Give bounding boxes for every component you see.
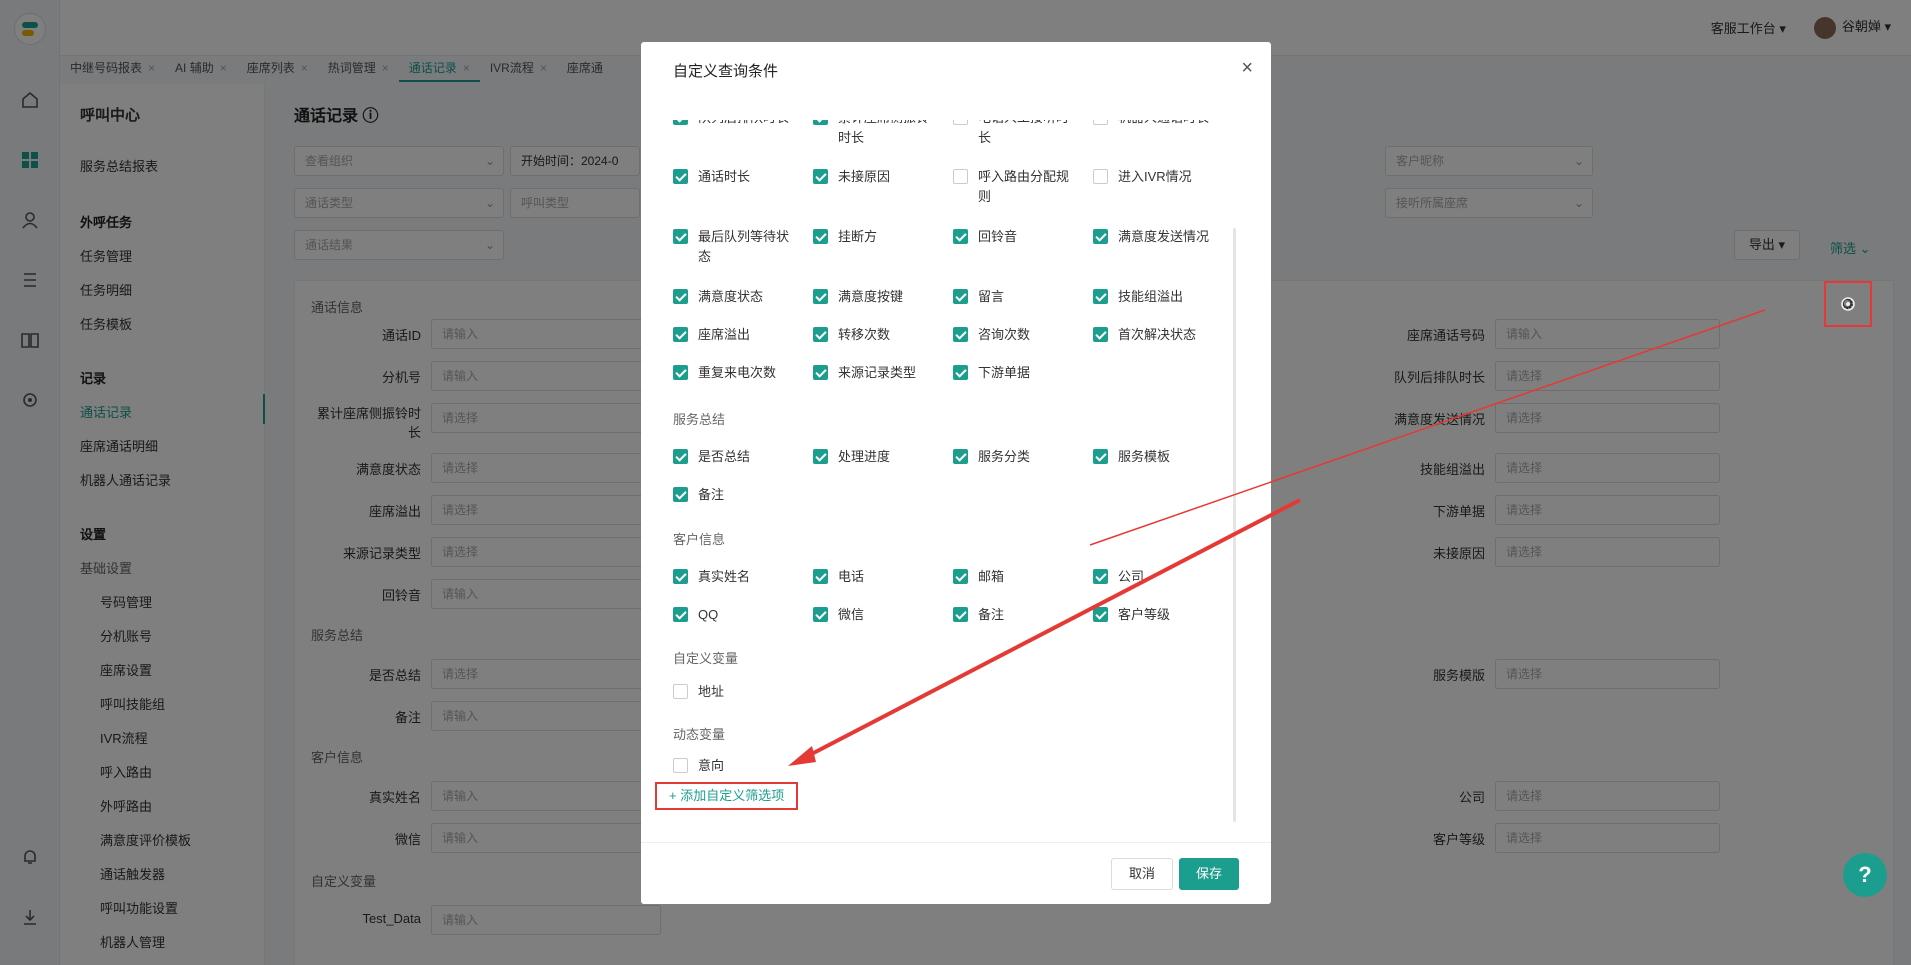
annotation-arrow bbox=[788, 309, 1766, 766]
